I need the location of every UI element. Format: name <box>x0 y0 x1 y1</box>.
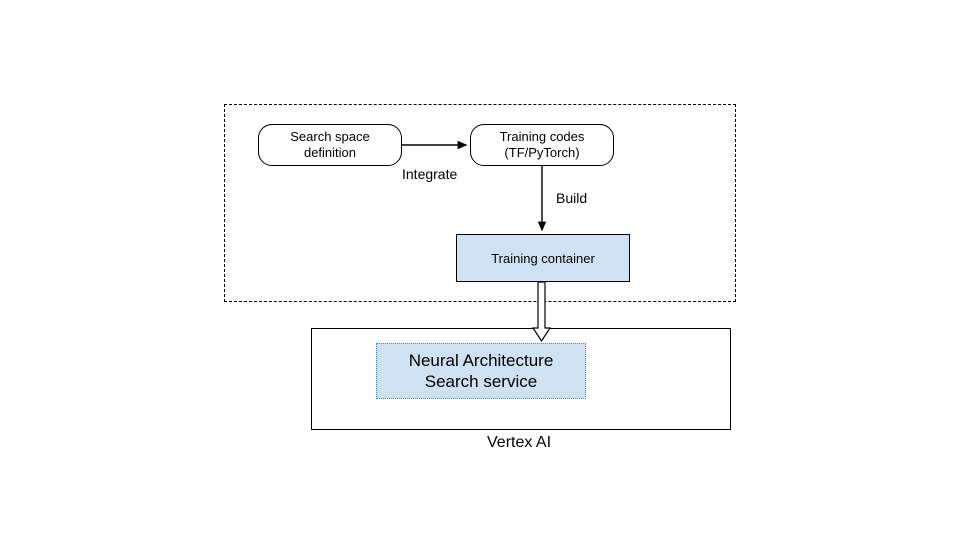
node-training-container-label: Training container <box>491 251 595 266</box>
node-training-container: Training container <box>456 234 630 282</box>
node-nas-service: Neural Architecture Search service <box>376 343 586 399</box>
vertex-ai-label: Vertex AI <box>487 434 551 452</box>
nas-workflow-diagram: Search space definition Training codes (… <box>0 0 960 540</box>
node-training-codes: Training codes (TF/PyTorch) <box>470 124 614 166</box>
node-nas-service-label: Neural Architecture Search service <box>409 350 554 393</box>
node-search-space: Search space definition <box>258 124 402 166</box>
edge-label-build: Build <box>556 190 587 206</box>
edge-label-integrate: Integrate <box>402 166 457 182</box>
node-search-space-label: Search space definition <box>290 129 370 160</box>
node-training-codes-label: Training codes (TF/PyTorch) <box>500 129 585 160</box>
